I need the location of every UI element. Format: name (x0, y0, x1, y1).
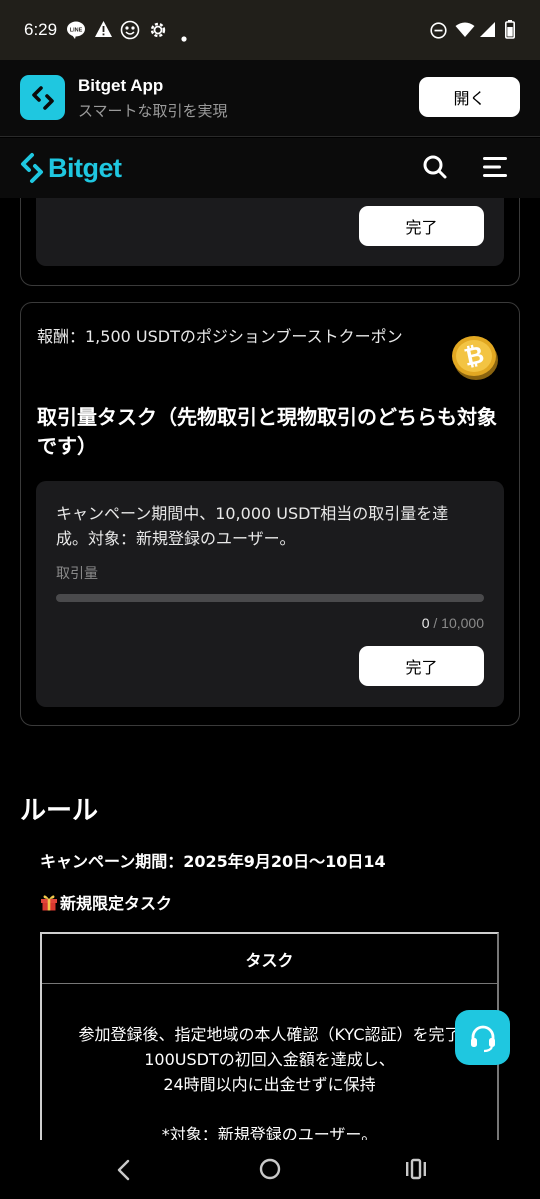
bitget-logo[interactable]: Bitget (20, 152, 122, 184)
line-app-icon: LINE (66, 20, 86, 44)
task-description: キャンペーン期間中、10,000 USDT相当の取引量を達成。対象：新規登録のユ… (56, 504, 449, 548)
gift-icon (40, 893, 58, 911)
table-cell-line-3: 24時間以内に出金せずに保持 (163, 1075, 376, 1094)
search-icon[interactable] (422, 154, 448, 184)
progress-total: / 10,000 (429, 615, 484, 631)
open-app-button[interactable]: 開く (419, 77, 520, 117)
line-app-text: LINE (70, 28, 83, 34)
site-header: Bitget (0, 138, 540, 198)
trading-volume-task-card: 報酬：1,500 USDTのポジションブーストクーポン ₿ 取引量タスク（先物取… (20, 302, 520, 726)
task-card-previous-inner: 完了 (36, 198, 504, 266)
progress-bar (56, 594, 484, 602)
back-icon[interactable] (113, 1158, 133, 1186)
reward-text: 報酬：1,500 USDTのポジションブーストクーポン (37, 327, 403, 346)
bitget-logo-icon (21, 153, 43, 183)
task-card-previous: 完了 (20, 198, 520, 286)
status-time: 6:29 (24, 20, 58, 39)
page-content[interactable]: 完了 報酬：1,500 USDTのポジションブーストクーポン ₿ 取引量タスク（… (0, 198, 540, 1140)
progress-current: 0 (421, 615, 430, 631)
do-not-disturb-icon (430, 22, 447, 43)
new-user-task-label: 新規限定タスク (60, 894, 173, 913)
status-bar: 6:29 LINE (0, 0, 540, 60)
settings-icon (148, 20, 168, 44)
progress-label: 取引量 (56, 566, 98, 582)
cellular-signal-icon (479, 21, 496, 42)
table-cell-task: 参加登録後、指定地域の本人確認（KYC認証）を完了 100USDTの初回入金額を… (42, 1022, 497, 1140)
campaign-period: キャンペーン期間：2025年9月20日～10日14 (40, 852, 386, 871)
complete-button[interactable]: 完了 (359, 646, 484, 686)
table-cell-line-1: 参加登録後、指定地域の本人確認（KYC認証）を完了 (78, 1025, 461, 1044)
progress-count: 0 / 10,000 (422, 615, 484, 631)
bitget-logo-text: Bitget (48, 152, 122, 183)
home-icon[interactable] (258, 1157, 282, 1185)
complete-button[interactable]: 完了 (359, 206, 484, 246)
table-cell-line-4: *対象：新規登録のユーザー。 (161, 1125, 378, 1140)
app-name: Bitget App (78, 76, 164, 95)
app-subtitle: スマートな取引を実現 (78, 102, 228, 120)
task-table: タスク 参加登録後、指定地域の本人確認（KYC認証）を完了 100USDTの初回… (40, 932, 499, 1140)
app-install-banner: Bitget App スマートな取引を実現 開く (0, 60, 540, 137)
battery-icon (505, 20, 515, 43)
task-detail-box: キャンペーン期間中、10,000 USDT相当の取引量を達成。対象：新規登録のユ… (36, 481, 504, 707)
warning-icon (94, 20, 113, 42)
rules-heading: ルール (20, 796, 99, 826)
new-user-task-heading: 新規限定タスク (40, 890, 172, 914)
more-notifications-dot-icon (181, 27, 187, 46)
recent-apps-icon[interactable] (404, 1158, 428, 1184)
table-cell-line-2: 100USDTの初回入金額を達成し、 (144, 1050, 395, 1069)
headset-icon (470, 1025, 495, 1052)
bitget-app-logo (20, 75, 65, 120)
system-navigation-bar (0, 1140, 540, 1199)
task-title: 取引量タスク（先物取引と現物取引のどちらも対象です） (37, 405, 497, 458)
wifi-icon (455, 22, 475, 42)
hamburger-menu-icon[interactable] (482, 155, 508, 183)
app-notification-icon (120, 20, 140, 44)
table-header: タスク (42, 934, 497, 984)
customer-support-button[interactable] (455, 1010, 510, 1065)
bitcoin-coin-icon: ₿ (449, 331, 501, 387)
